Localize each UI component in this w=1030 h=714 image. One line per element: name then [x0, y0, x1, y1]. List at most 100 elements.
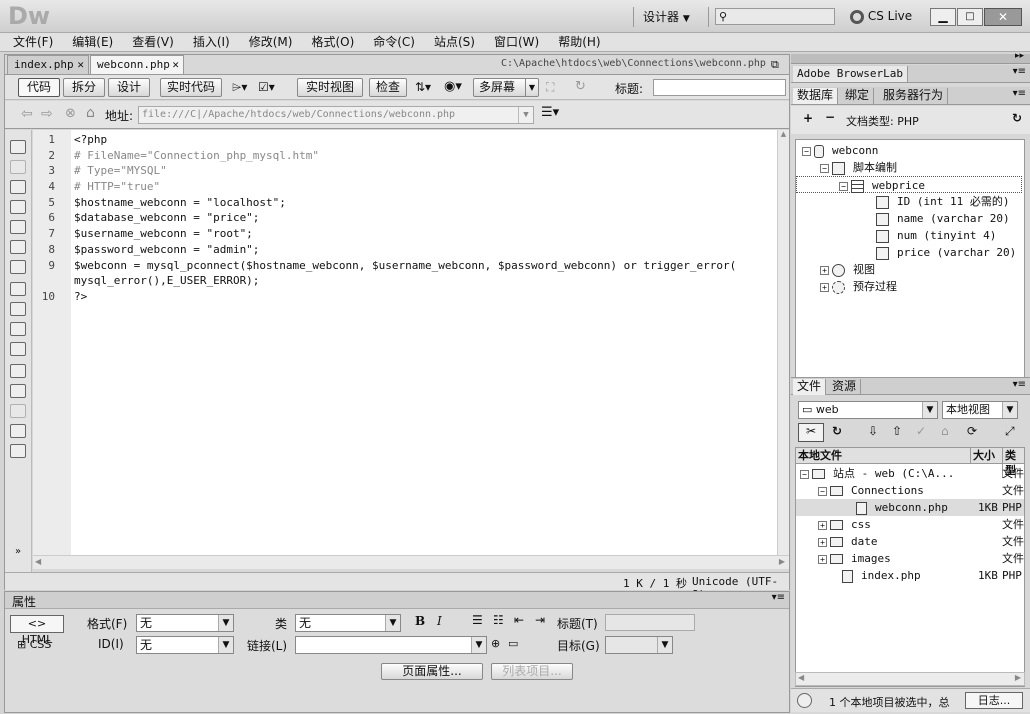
file-row[interactable]: − 站点 - web (C:\A... 文件	[796, 465, 1024, 482]
tab-bindings[interactable]: 绑定	[841, 88, 875, 104]
refresh-icon[interactable]: ↻	[832, 424, 842, 438]
title-input[interactable]	[653, 79, 786, 96]
validate-icon[interactable]: ☑▾	[258, 80, 275, 94]
syntax-error-icon[interactable]	[10, 342, 26, 356]
maximize-button[interactable]: □	[957, 8, 983, 26]
col-size[interactable]: 大小	[970, 448, 1002, 463]
italic-button[interactable]: I	[437, 614, 442, 628]
close-button[interactable]: ✕	[984, 8, 1022, 26]
list-items-button[interactable]: 列表项目...	[491, 663, 573, 680]
tree-item[interactable]: name (varchar 20)	[796, 210, 1024, 227]
open-documents-icon[interactable]	[10, 140, 26, 154]
code-view-button[interactable]: 代码	[18, 78, 60, 97]
bold-button[interactable]: B	[415, 614, 425, 628]
ordered-list-icon[interactable]: ☷	[493, 613, 504, 627]
id-select[interactable]: 无 ▼	[136, 636, 234, 654]
add-icon[interactable]: +	[803, 111, 813, 125]
collapse-icon[interactable]: −	[818, 486, 827, 496]
browse-folder-icon[interactable]: ▭	[508, 637, 518, 650]
visual-aids-icon[interactable]: ⛶	[546, 80, 554, 95]
menu-insert[interactable]: 插入(I)	[193, 33, 230, 51]
expand-all-icon[interactable]	[10, 220, 26, 234]
file-row[interactable]: + images 文件	[796, 550, 1024, 567]
panel-menu-icon[interactable]: ▾≡	[1013, 66, 1026, 77]
expand-icon[interactable]: +	[818, 520, 827, 530]
target-select[interactable]: ▼	[605, 636, 673, 654]
html-mode-button[interactable]: <> HTML	[10, 615, 64, 646]
connect-icon[interactable]: ✂	[798, 423, 824, 442]
collapse-panels-strip[interactable]: ▸▸	[791, 51, 1030, 64]
show-code-navigator-icon[interactable]	[10, 160, 26, 174]
doc-tab-index[interactable]: index.php ✕	[7, 55, 89, 74]
panel-menu-icon[interactable]: ▾≡	[1013, 379, 1026, 390]
menu-window[interactable]: 窗口(W)	[494, 33, 539, 51]
file-management-icon[interactable]: ⇅▾	[415, 80, 431, 94]
unordered-list-icon[interactable]: ☰	[472, 613, 483, 627]
restore-doc-icon[interactable]: ⧉	[771, 58, 779, 72]
split-view-button[interactable]: 拆分	[63, 78, 105, 97]
recent-snippets-icon[interactable]	[10, 424, 26, 438]
col-local-files[interactable]: 本地文件	[798, 448, 842, 463]
outdent-icon[interactable]: ⇤	[514, 613, 524, 627]
stop-icon[interactable]: ⊗	[65, 106, 76, 121]
file-row-selected[interactable]: webconn.php 1KB PHP	[796, 499, 1024, 516]
highlight-invalid-code-icon[interactable]	[10, 302, 26, 316]
layout-selector[interactable]: 设计器 ▼	[643, 8, 703, 25]
live-code-button[interactable]: 实时代码	[160, 78, 222, 97]
site-select[interactable]: ▭ web ▼	[798, 401, 938, 419]
tree-item[interactable]: + 视图	[796, 261, 1024, 278]
tree-item[interactable]: num (tinyint 4)	[796, 227, 1024, 244]
menu-view[interactable]: 查看(V)	[132, 33, 174, 51]
indent-icon[interactable]: ⇥	[535, 613, 545, 627]
get-files-icon[interactable]: ⇩	[868, 424, 878, 438]
remove-icon[interactable]: −	[825, 110, 835, 124]
collapse-icon[interactable]: −	[800, 469, 809, 479]
tab-files[interactable]: 文件	[793, 379, 827, 395]
balance-braces-icon[interactable]	[10, 260, 26, 274]
files-scrollbar[interactable]: ◀ ▶	[795, 672, 1025, 686]
collapse-full-tag-icon[interactable]	[10, 180, 26, 194]
refresh-icon[interactable]: ↻	[575, 79, 586, 94]
tab-databases[interactable]: 数据库	[793, 88, 839, 104]
menu-edit[interactable]: 编辑(E)	[72, 33, 113, 51]
options-icon[interactable]: ☰▾	[541, 105, 559, 120]
preview-browser-icon[interactable]: ◉▾	[444, 79, 462, 94]
home-icon[interactable]: ⌂	[86, 105, 95, 121]
design-view-button[interactable]: 设计	[108, 78, 150, 97]
collapse-icon[interactable]: −	[820, 163, 829, 173]
format-select[interactable]: 无 ▼	[136, 614, 234, 632]
horizontal-scrollbar[interactable]: ◀ ▶	[33, 555, 789, 569]
doc-tab-webconn[interactable]: webconn.php ✕	[90, 55, 184, 74]
link-input[interactable]: ▼	[295, 636, 487, 654]
forward-icon[interactable]: ⇨	[41, 106, 53, 122]
file-row[interactable]: − Connections 文件	[796, 482, 1024, 499]
tab-server-behaviors[interactable]: 服务器行为	[879, 88, 949, 104]
file-row[interactable]: + css 文件	[796, 516, 1024, 533]
file-row[interactable]: + date 文件	[796, 533, 1024, 550]
refresh-icon[interactable]: ↻	[1012, 111, 1022, 125]
live-view-button[interactable]: 实时视图	[297, 78, 363, 97]
check-in-icon[interactable]: ⌂	[941, 424, 949, 438]
minimize-button[interactable]: ▁	[930, 8, 956, 26]
line-numbers-icon[interactable]	[10, 282, 26, 296]
tree-item[interactable]: ID (int 11 必需的)	[796, 193, 1024, 210]
class-select[interactable]: 无 ▼	[295, 614, 401, 632]
address-input[interactable]: file:///C|/Apache/htdocs/web/Connections…	[138, 106, 534, 124]
apply-comment-icon[interactable]	[10, 364, 26, 378]
tree-item[interactable]: − 脚本编制	[796, 159, 1024, 176]
panel-menu-icon[interactable]: ▾≡	[1013, 88, 1026, 99]
log-button[interactable]: 日志...	[965, 692, 1023, 709]
menu-modify[interactable]: 修改(M)	[249, 33, 293, 51]
view-select[interactable]: 本地视图 ▼	[942, 401, 1018, 419]
more-tools-icon[interactable]: »	[15, 546, 21, 557]
menu-help[interactable]: 帮助(H)	[558, 33, 600, 51]
check-out-icon[interactable]: ✓	[916, 424, 926, 438]
close-tab-icon[interactable]: ✕	[77, 56, 84, 74]
menu-file[interactable]: 文件(F)	[13, 33, 53, 51]
back-icon[interactable]: ⇦	[21, 106, 33, 122]
tab-assets[interactable]: 资源	[828, 379, 862, 395]
browser-check-icon[interactable]: ⌲▾	[232, 80, 247, 95]
search-input[interactable]: ⚲	[715, 8, 835, 25]
move-css-icon[interactable]	[10, 444, 26, 458]
inspect-button[interactable]: 检查	[369, 78, 407, 97]
